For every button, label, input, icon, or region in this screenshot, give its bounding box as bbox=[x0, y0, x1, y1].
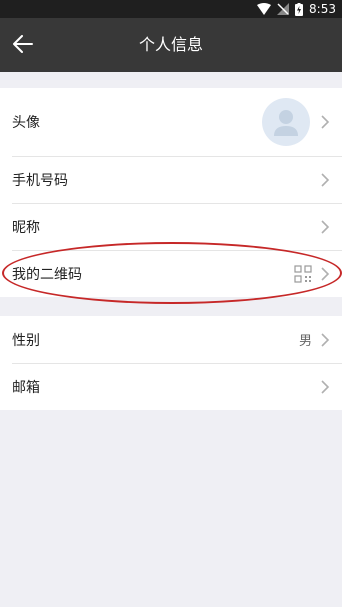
qrcode-row[interactable]: 我的二维码 bbox=[0, 250, 342, 297]
nickname-label: 昵称 bbox=[12, 219, 40, 236]
status-time: 8:53 bbox=[309, 2, 336, 16]
wifi-icon bbox=[257, 3, 272, 15]
chevron-right-icon bbox=[320, 114, 330, 130]
battery-charging-icon bbox=[295, 2, 304, 16]
avatar-row[interactable]: 头像 bbox=[0, 88, 342, 156]
avatar bbox=[262, 98, 310, 146]
chevron-right-icon bbox=[320, 266, 330, 282]
user-placeholder-icon bbox=[274, 110, 298, 136]
phone-row[interactable]: 手机号码 bbox=[0, 156, 342, 203]
chevron-right-icon bbox=[320, 332, 330, 348]
phone-label: 手机号码 bbox=[12, 172, 68, 189]
qrcode-label: 我的二维码 bbox=[12, 266, 82, 283]
gender-value: 男 bbox=[298, 334, 312, 349]
title-bar: 个人信息 bbox=[0, 18, 342, 72]
signal-icon bbox=[277, 3, 290, 15]
qrcode-icon bbox=[294, 264, 312, 283]
nickname-row[interactable]: 昵称 bbox=[0, 203, 342, 250]
chevron-right-icon bbox=[320, 379, 330, 395]
email-row[interactable]: 邮箱 bbox=[0, 363, 342, 410]
page-title: 个人信息 bbox=[138, 35, 203, 54]
gender-label: 性别 bbox=[12, 332, 40, 349]
email-label: 邮箱 bbox=[12, 379, 40, 396]
status-bar: 8:53 bbox=[0, 0, 342, 18]
chevron-right-icon bbox=[320, 172, 330, 188]
gender-row[interactable]: 性别 男 bbox=[0, 316, 342, 363]
chevron-right-icon bbox=[320, 219, 330, 235]
profile-group-secondary: 性别 男 邮箱 bbox=[0, 316, 342, 410]
profile-group-main: 头像 手机号码 昵称 我的二维码 bbox=[0, 88, 342, 297]
avatar-label: 头像 bbox=[12, 115, 40, 131]
